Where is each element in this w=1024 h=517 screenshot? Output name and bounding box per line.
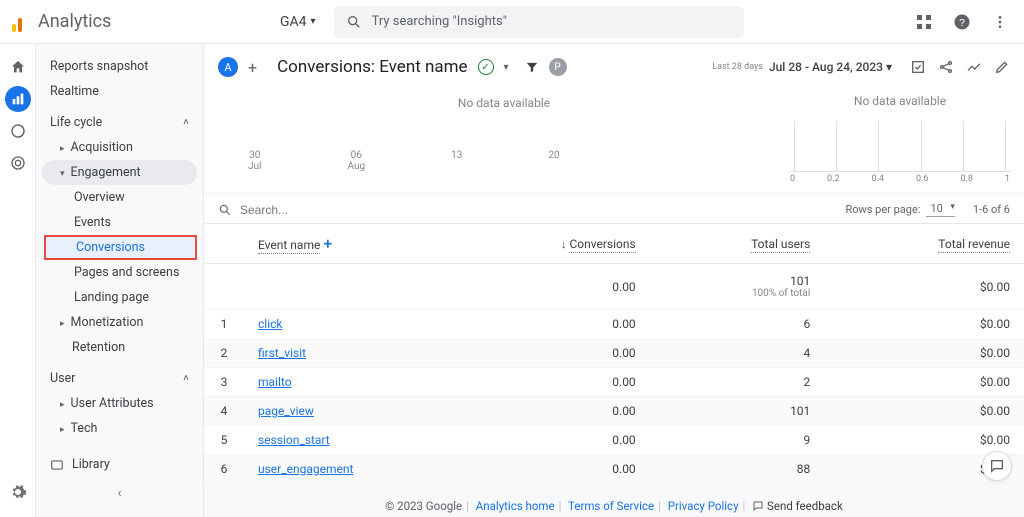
property-selector[interactable]: GA4 ▾ xyxy=(270,14,326,30)
col-total-revenue[interactable]: Total revenue xyxy=(938,237,1010,253)
col-conversions[interactable]: Conversions xyxy=(569,237,635,253)
rail-advertising-icon[interactable] xyxy=(5,150,31,176)
rail-reports-icon[interactable] xyxy=(5,86,31,112)
search-icon xyxy=(346,14,362,30)
date-preset-label: Last 28 days xyxy=(712,62,763,72)
sidebar-item-user-attributes[interactable]: User Attributes xyxy=(42,391,197,416)
search-placeholder: Try searching "Insights" xyxy=(372,14,507,29)
nav-rail xyxy=(0,44,36,517)
add-dimension-button[interactable]: + xyxy=(323,234,332,253)
chart-area: No data available 30Jul 06Aug 13 20 No d… xyxy=(204,90,1024,192)
event-link[interactable]: click xyxy=(258,317,282,331)
chevron-up-icon: ˄ xyxy=(183,373,189,384)
sort-desc-icon: ↓ xyxy=(561,238,567,251)
chevron-down-icon[interactable]: ▾ xyxy=(504,62,509,73)
rail-home-icon[interactable] xyxy=(5,54,31,80)
sidebar-item-events[interactable]: Events xyxy=(42,210,197,235)
sidebar-item-monetization[interactable]: Monetization xyxy=(42,310,197,335)
footer: © 2023 Google| Analytics home| Terms of … xyxy=(204,499,1024,513)
event-link[interactable]: page_view xyxy=(258,404,314,418)
feedback-fab[interactable] xyxy=(982,451,1012,481)
chart-x-axis: 30Jul 06Aug 13 20 xyxy=(218,150,790,172)
customize-icon[interactable] xyxy=(910,59,926,75)
sidebar-collapse-button[interactable]: ‹ xyxy=(42,480,197,507)
sidebar: Reports snapshot Realtime Life cycle ˄ A… xyxy=(36,44,204,517)
event-link[interactable]: user_engagement xyxy=(258,462,353,476)
footer-link-privacy[interactable]: Privacy Policy xyxy=(668,499,739,513)
report-content: A + Conversions: Event name ✓ ▾ P Last 2… xyxy=(204,44,1024,517)
data-table: Rows per page: 10 1-6 of 6 Event name + … xyxy=(204,196,1024,484)
more-vert-icon[interactable] xyxy=(988,10,1012,34)
dimension-chip[interactable]: P xyxy=(549,58,567,76)
logo[interactable]: Analytics xyxy=(12,11,262,32)
edit-icon[interactable] xyxy=(994,59,1010,75)
chart-left-nodata: No data available xyxy=(218,94,790,150)
search-icon xyxy=(218,203,232,217)
feedback-icon xyxy=(752,500,764,512)
col-total-users[interactable]: Total users xyxy=(751,237,810,253)
table-row: 4page_view0.00101$0.00 xyxy=(204,397,1024,426)
filter-icon[interactable] xyxy=(525,60,539,74)
sidebar-item-overview[interactable]: Overview xyxy=(42,185,197,210)
chart-right-ticks: 00.20.40.60.81 xyxy=(790,172,1010,186)
footer-link-tos[interactable]: Terms of Service xyxy=(568,499,654,513)
sidebar-item-library[interactable]: Library xyxy=(42,449,197,480)
table-row: 5session_start0.009$0.00 xyxy=(204,426,1024,455)
report-title: Conversions: Event name xyxy=(277,57,467,77)
property-name: GA4 xyxy=(280,14,307,30)
apps-icon[interactable] xyxy=(912,10,936,34)
sidebar-item-pages-screens[interactable]: Pages and screens xyxy=(42,260,197,285)
analytics-logo-icon xyxy=(12,12,32,32)
rail-admin-icon[interactable] xyxy=(5,479,31,505)
sidebar-section-lifecycle[interactable]: Life cycle ˄ xyxy=(42,110,197,135)
event-link[interactable]: session_start xyxy=(258,433,330,447)
sidebar-item-retention[interactable]: Retention xyxy=(42,335,197,360)
chart-right-nodata: No data available xyxy=(790,94,1010,112)
library-icon xyxy=(50,458,64,472)
table-row: 3mailto0.002$0.00 xyxy=(204,368,1024,397)
col-event-name[interactable]: Event name xyxy=(258,238,320,254)
table-row: 1click0.006$0.00 xyxy=(204,310,1024,339)
svg-text:?: ? xyxy=(959,16,965,28)
footer-link-feedback[interactable]: Send feedback xyxy=(767,499,843,513)
sidebar-item-conversions[interactable]: Conversions xyxy=(44,235,197,260)
sidebar-item-tech[interactable]: Tech xyxy=(42,416,197,441)
topbar: Analytics GA4 ▾ Try searching "Insights"… xyxy=(0,0,1024,44)
add-comparison-button[interactable]: + xyxy=(248,58,257,77)
footer-link-home[interactable]: Analytics home xyxy=(476,499,555,513)
event-link[interactable]: mailto xyxy=(258,375,292,389)
sidebar-section-user[interactable]: User ˄ xyxy=(42,366,197,391)
verified-icon: ✓ xyxy=(478,59,494,75)
insights-icon[interactable] xyxy=(966,59,982,75)
date-range-picker[interactable]: Jul 28 - Aug 24, 2023 ▾ xyxy=(769,60,892,74)
rows-per-page-label: Rows per page: xyxy=(845,203,920,216)
table-search-input[interactable] xyxy=(240,203,837,217)
rows-per-page-select[interactable]: 10 xyxy=(926,202,954,217)
table-totals-row: 0.00 101100% of total $0.00 xyxy=(204,264,1024,310)
sidebar-item-acquisition[interactable]: Acquisition xyxy=(42,135,197,160)
chevron-up-icon: ˄ xyxy=(183,117,189,128)
sidebar-item-engagement[interactable]: Engagement xyxy=(42,160,197,185)
share-icon[interactable] xyxy=(938,59,954,75)
product-name: Analytics xyxy=(38,11,111,32)
search-input[interactable]: Try searching "Insights" xyxy=(334,6,744,38)
table-header-row: Event name + ↓ Conversions Total users T… xyxy=(204,224,1024,264)
rail-explore-icon[interactable] xyxy=(5,118,31,144)
sidebar-item-landing-page[interactable]: Landing page xyxy=(42,285,197,310)
help-icon[interactable]: ? xyxy=(950,10,974,34)
event-link[interactable]: first_visit xyxy=(258,346,306,360)
table-row: 6user_engagement0.0088$0.00 xyxy=(204,455,1024,484)
sidebar-item-realtime[interactable]: Realtime xyxy=(42,79,197,104)
sidebar-item-snapshot[interactable]: Reports snapshot xyxy=(42,54,197,79)
chevron-down-icon: ▾ xyxy=(311,16,316,27)
table-row: 2first_visit0.004$0.00 xyxy=(204,339,1024,368)
segment-avatar[interactable]: A xyxy=(218,57,238,77)
pagination-range: 1-6 of 6 xyxy=(973,203,1010,216)
report-header: A + Conversions: Event name ✓ ▾ P Last 2… xyxy=(204,44,1024,90)
chart-right-grid xyxy=(790,112,1010,172)
